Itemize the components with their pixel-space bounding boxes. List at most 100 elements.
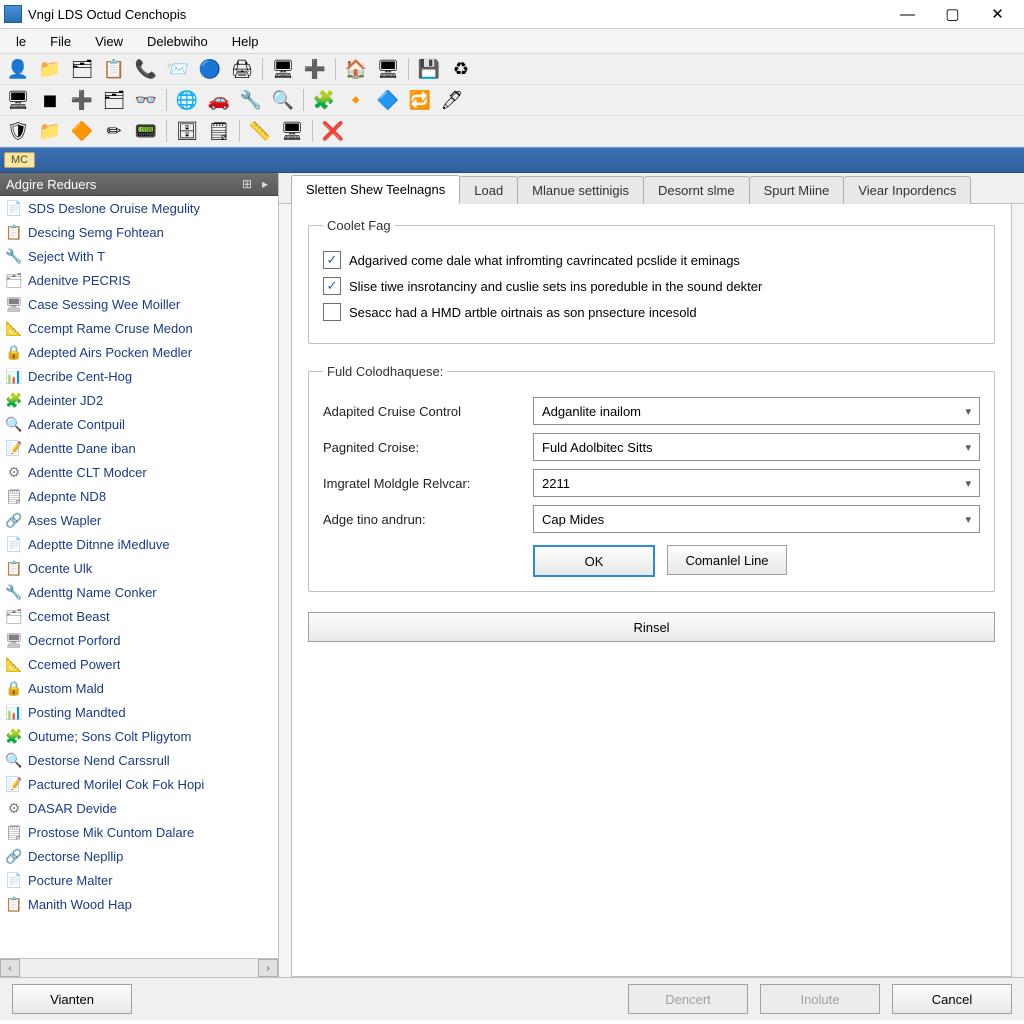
tb3-btn-9[interactable]: ❌	[319, 117, 347, 145]
select-adapted-cruise[interactable]: Adganlite inailom ▾	[533, 397, 980, 425]
tb2-btn-5[interactable]: 🌐	[173, 86, 201, 114]
rinsel-button[interactable]: Rinsel	[308, 612, 995, 642]
sidebar-item[interactable]: 🗂Ccemot Beast	[0, 604, 278, 628]
ok-button[interactable]: OK	[533, 545, 655, 577]
blueband-chip[interactable]: MC	[4, 152, 35, 168]
checkbox-1[interactable]: ✓	[323, 277, 341, 295]
sidebar-item[interactable]: 📄Pocture Malter	[0, 868, 278, 892]
sidebar-item[interactable]: 🔒Adepted Airs Pocken Medler	[0, 340, 278, 364]
tb1-btn-2[interactable]: 🗂	[68, 55, 96, 83]
sidebar-hscroll[interactable]: ‹ ›	[0, 958, 278, 977]
tb3-btn-5[interactable]: 🗄	[173, 117, 201, 145]
menu-item-3[interactable]: Delebwiho	[135, 32, 220, 51]
maximize-button[interactable]: ▢	[930, 0, 975, 28]
sidebar-item[interactable]: 📄SDS Deslone Oruise Megulity	[0, 196, 278, 220]
tb2-btn-4[interactable]: 👓	[132, 86, 160, 114]
tb2-btn-6[interactable]: 🚗	[205, 86, 233, 114]
tb3-btn-0[interactable]: 🛡	[4, 117, 32, 145]
sidebar-item[interactable]: 📐Ccempt Rame Cruse Medon	[0, 316, 278, 340]
tb3-btn-1[interactable]: 📁	[36, 117, 64, 145]
minimize-button[interactable]: —	[885, 0, 930, 28]
tb1-btn-0[interactable]: 👤	[4, 55, 32, 83]
tb2-btn-2[interactable]: ➕	[68, 86, 96, 114]
footer-dencert-button[interactable]: Dencert	[628, 984, 748, 1014]
checkbox-2[interactable]	[323, 303, 341, 321]
sidebar-item[interactable]: 🔍Destorse Nend Carssrull	[0, 748, 278, 772]
tb2-btn-12[interactable]: 🔁	[406, 86, 434, 114]
menu-item-file[interactable]: File	[38, 32, 83, 51]
checkbox-0[interactable]: ✓	[323, 251, 341, 269]
menu-item-help[interactable]: Help	[220, 32, 271, 51]
sidebar-item[interactable]: 📐Ccemed Powert	[0, 652, 278, 676]
tb1-btn-8[interactable]: 🖥	[269, 55, 297, 83]
tb1-btn-4[interactable]: 📞	[132, 55, 160, 83]
hscroll-right-icon[interactable]: ›	[258, 959, 278, 977]
comanlel-line-button[interactable]: Comanlel Line	[667, 545, 787, 575]
tb3-btn-4[interactable]: 📟	[132, 117, 160, 145]
tb1-btn-1[interactable]: 📁	[36, 55, 64, 83]
tb3-btn-2[interactable]: 🔶	[68, 117, 96, 145]
tb1-btn-11[interactable]: 🖥	[374, 55, 402, 83]
sidebar-item[interactable]: 🗒Adepnte ND8	[0, 484, 278, 508]
tb2-btn-0[interactable]: 🖥	[4, 86, 32, 114]
tb2-btn-3[interactable]: 🗂	[100, 86, 128, 114]
tb1-btn-13[interactable]: ♻	[447, 55, 475, 83]
tab-4[interactable]: Spurt Miine	[749, 176, 845, 204]
hscroll-track[interactable]	[20, 960, 258, 976]
sidebar-item[interactable]: 🗒Prostose Mik Cuntom Dalare	[0, 820, 278, 844]
tb1-btn-6[interactable]: 🔵	[196, 55, 224, 83]
sidebar-item[interactable]: 🖥Case Sessing Wee Moiller	[0, 292, 278, 316]
sidebar-item[interactable]: 📋Descing Semg Fohtean	[0, 220, 278, 244]
tb3-btn-6[interactable]: 🗒	[205, 117, 233, 145]
pin-icon[interactable]: ⊞	[240, 177, 254, 191]
hscroll-left-icon[interactable]: ‹	[0, 959, 20, 977]
tab-5[interactable]: Viear Inpordencs	[843, 176, 971, 204]
menu-item-0[interactable]: le	[4, 32, 38, 51]
sidebar-item[interactable]: 🧩Adeinter JD2	[0, 388, 278, 412]
close-button[interactable]: ✕	[975, 0, 1020, 28]
tb1-btn-5[interactable]: 📨	[164, 55, 192, 83]
sidebar-item[interactable]: 📋Ocente Ulk	[0, 556, 278, 580]
sidebar-item[interactable]: ⚙DASAR Devide	[0, 796, 278, 820]
sidebar-item[interactable]: 📄Adeptte Ditnne iMedluve	[0, 532, 278, 556]
tb2-btn-10[interactable]: 🔸	[342, 86, 370, 114]
close-panel-icon[interactable]: ▸	[258, 177, 272, 191]
sidebar-list[interactable]: 📄SDS Deslone Oruise Megulity📋Descing Sem…	[0, 196, 278, 958]
tb1-btn-3[interactable]: 📋	[100, 55, 128, 83]
sidebar-item[interactable]: 📊Decribe Cent-Hog	[0, 364, 278, 388]
sidebar-item[interactable]: 🔒Austom Mald	[0, 676, 278, 700]
cancel-button[interactable]: Cancel	[892, 984, 1012, 1014]
tb3-btn-3[interactable]: ✏	[100, 117, 128, 145]
footer-inolute-button[interactable]: Inolute	[760, 984, 880, 1014]
sidebar-item[interactable]: 📋Manith Wood Hap	[0, 892, 278, 916]
sidebar-item[interactable]: 🔧Adenttg Name Conker	[0, 580, 278, 604]
sidebar-item[interactable]: 🔗Dectorse Nepllip	[0, 844, 278, 868]
sidebar-item[interactable]: ⚙Adentte CLT Modcer	[0, 460, 278, 484]
sidebar-item[interactable]: 🔗Ases Wapler	[0, 508, 278, 532]
tb1-btn-9[interactable]: ➕	[301, 55, 329, 83]
sidebar-item[interactable]: 📝Pactured Morilel Cok Fok Hopi	[0, 772, 278, 796]
tb3-btn-8[interactable]: 🖥	[278, 117, 306, 145]
tb1-btn-12[interactable]: 💾	[415, 55, 443, 83]
tab-2[interactable]: Mlanue settinigis	[517, 176, 644, 204]
tab-0[interactable]: Sletten Shew Teelnagns	[291, 175, 460, 204]
tab-3[interactable]: Desornt slme	[643, 176, 750, 204]
select-adge-tino[interactable]: Cap Mides ▾	[533, 505, 980, 533]
sidebar-item[interactable]: 🧩Outume; Sons Colt Pligytom	[0, 724, 278, 748]
tb2-btn-11[interactable]: 🔷	[374, 86, 402, 114]
tb2-btn-9[interactable]: 🧩	[310, 86, 338, 114]
sidebar-item[interactable]: 🖥Oecrnot Porford	[0, 628, 278, 652]
menu-item-view[interactable]: View	[83, 32, 135, 51]
sidebar-item[interactable]: 🗂Adenitve PECRIS	[0, 268, 278, 292]
tb1-btn-7[interactable]: 🖨	[228, 55, 256, 83]
tab-1[interactable]: Load	[459, 176, 518, 204]
tb2-btn-1[interactable]: ◼	[36, 86, 64, 114]
tb3-btn-7[interactable]: 📏	[246, 117, 274, 145]
sidebar-item[interactable]: 📝Adentte Dane iban	[0, 436, 278, 460]
sidebar-item[interactable]: 🔍Aderate Contpuil	[0, 412, 278, 436]
tb1-btn-10[interactable]: 🏠	[342, 55, 370, 83]
tb2-btn-7[interactable]: 🔧	[237, 86, 265, 114]
tb2-btn-8[interactable]: 🔍	[269, 86, 297, 114]
select-pagnited-croise[interactable]: Fuld Adolbitec Sitts ▾	[533, 433, 980, 461]
sidebar-item[interactable]: 📊Posting Mandted	[0, 700, 278, 724]
